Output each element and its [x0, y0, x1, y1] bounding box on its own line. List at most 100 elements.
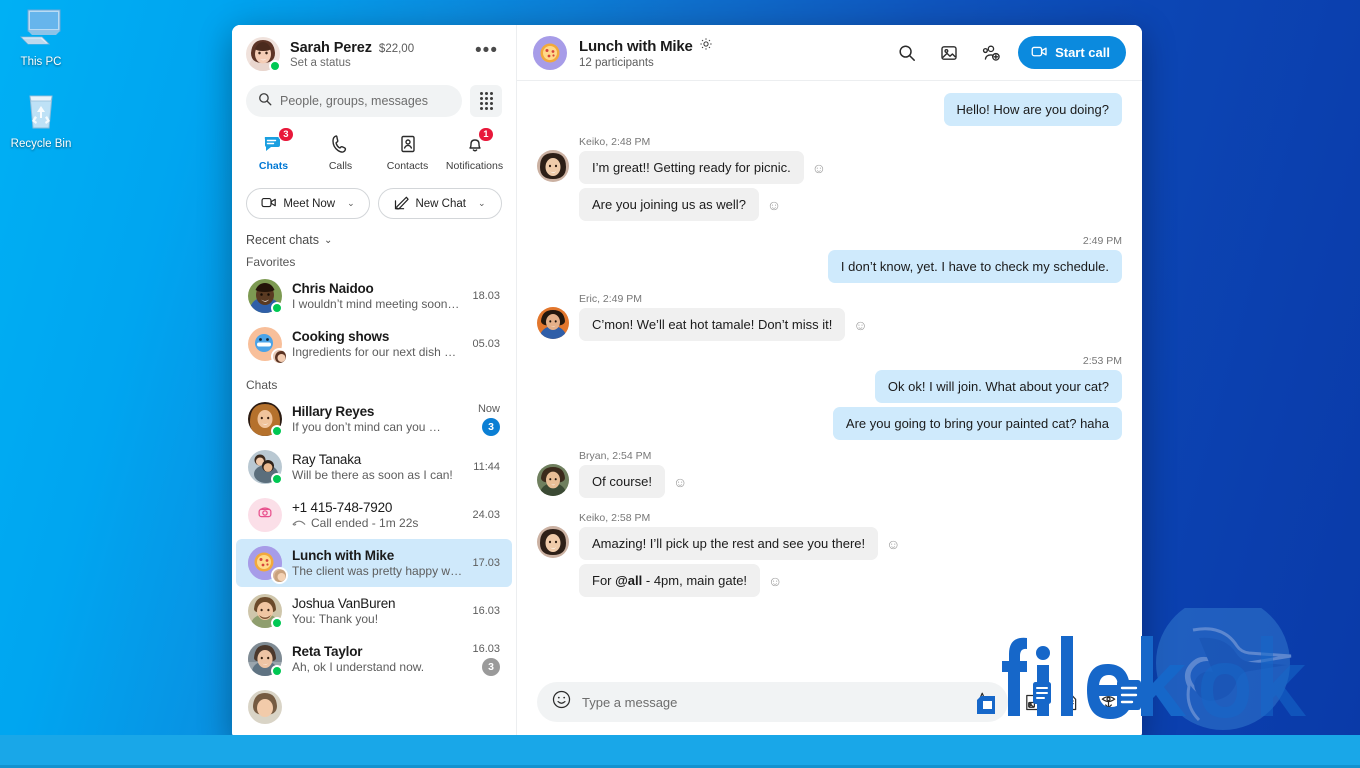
list-item[interactable]: Hillary Reyes If you don’t mind can you … [236, 395, 512, 443]
chat-name: Joshua VanBuren [292, 596, 396, 611]
search-input[interactable] [280, 94, 450, 108]
notifications-badge: 1 [478, 127, 494, 142]
recent-chats-label: Recent chats [246, 233, 319, 247]
list-item-lunch-with-mike[interactable]: Lunch with Mike The client was pretty ha… [236, 539, 512, 587]
tab-calls[interactable]: Calls [307, 133, 374, 174]
presence-online-indicator [271, 617, 283, 629]
message-group-incoming: Bryan, 2:54 PM Of course! ☺ [537, 450, 1122, 502]
profile-more-button[interactable]: ••• [471, 41, 502, 60]
message-bubble: Of course! [579, 465, 665, 498]
mention-suffix: - 4pm, main gate! [642, 573, 748, 588]
more-options-icon[interactable] [1094, 688, 1122, 716]
list-item[interactable]: Chris Naidoo I wouldn’t mind meeting soo… [236, 272, 512, 320]
message-bubble: Are you going to bring your painted cat?… [832, 407, 1122, 440]
text-format-icon[interactable] [975, 690, 994, 714]
tab-chats[interactable]: 3 Chats [240, 127, 307, 174]
search-icon [258, 92, 272, 111]
message-list[interactable]: Hello! How are you doing? Keiko, 2:48 PM… [517, 81, 1142, 672]
add-reaction-icon[interactable]: ☺ [673, 475, 687, 489]
group-heading-favorites: Favorites [246, 255, 296, 269]
avatar [248, 642, 283, 677]
avatar [248, 690, 282, 724]
profile-row[interactable]: Sarah Perez $22,00 Set a status ••• [232, 25, 516, 77]
tab-contacts[interactable]: Contacts [374, 133, 441, 174]
taskbar[interactable] [0, 735, 1360, 768]
avatar [248, 402, 283, 437]
desktop-icon-recycle-bin[interactable]: Recycle Bin [2, 88, 80, 151]
add-people-icon[interactable] [976, 38, 1006, 68]
add-reaction-icon[interactable]: ☺ [886, 537, 900, 551]
chat-time: 24.03 [472, 509, 500, 521]
call-status-text: Call ended - 1m 22s [311, 516, 419, 530]
chat-preview: If you don’t mind can you finish… [292, 420, 444, 434]
start-call-button[interactable]: Start call [1018, 36, 1126, 69]
mention-token[interactable]: @all [615, 573, 642, 588]
list-item[interactable]: +1 415-748-7920 Call ended - 1m 22s 24.0… [236, 491, 512, 539]
meet-now-button[interactable]: Meet Now ⌄ [246, 188, 370, 219]
chevron-down-icon[interactable]: ⌄ [347, 198, 355, 209]
message-composer[interactable] [537, 682, 1008, 722]
desktop-icon-this-pc[interactable]: This PC [2, 6, 80, 69]
chat-preview: You: Thank you! [292, 612, 379, 626]
message-timestamp: 2:49 PM [1082, 235, 1122, 247]
new-chat-button[interactable]: New Chat ⌄ [378, 188, 502, 219]
conversation-panel: Lunch with Mike 12 participants Start ca… [517, 25, 1142, 740]
chats-badge: 3 [278, 127, 294, 142]
profile-name: Sarah Perez [290, 39, 372, 56]
chevron-down-icon[interactable]: ⌄ [324, 235, 332, 246]
gear-icon[interactable] [699, 37, 713, 56]
avatar [537, 307, 569, 339]
desktop-icon-label: Recycle Bin [10, 138, 72, 150]
message-outgoing[interactable]: I don’t know, yet. I have to check my sc… [537, 250, 1122, 283]
add-reaction-icon[interactable]: ☺ [768, 574, 782, 588]
search-box[interactable] [246, 85, 462, 117]
chat-time: 11:44 [473, 461, 500, 473]
list-item-partial[interactable] [236, 683, 512, 731]
emoji-icon[interactable] [551, 689, 572, 715]
chat-time: 05.03 [472, 338, 500, 350]
unread-count-badge: 3 [482, 657, 500, 676]
avatar[interactable] [246, 37, 281, 72]
computer-icon [2, 6, 80, 52]
avatar [248, 546, 288, 584]
tab-notifications[interactable]: 1 Notifications [441, 127, 508, 174]
tab-label: Contacts [386, 160, 429, 172]
conversation-avatar[interactable] [533, 35, 567, 70]
dialpad-icon[interactable] [470, 85, 502, 117]
tab-label: Calls [328, 160, 353, 172]
secondary-avatar [271, 348, 288, 365]
chat-name: Reta Taylor [292, 644, 363, 659]
message-input[interactable] [582, 694, 965, 710]
message-bubble: Amazing! I’ll pick up the rest and see y… [579, 527, 879, 560]
desktop-icon-label: This PC [20, 56, 62, 68]
video-camera-icon [261, 196, 277, 212]
search-row [232, 77, 516, 123]
page-title: Lunch with Mike [579, 37, 693, 55]
add-reaction-icon[interactable]: ☺ [853, 318, 867, 332]
message-bubble: Are you joining us as well? [579, 188, 759, 221]
recent-chats-header[interactable]: Recent chats ⌄ [232, 227, 516, 250]
list-item[interactable]: Ray Tanaka Will be there as soon as I ca… [236, 443, 512, 491]
chevron-down-icon[interactable]: ⌄ [478, 198, 486, 209]
image-attachment-icon[interactable] [1018, 688, 1046, 716]
chat-name: Lunch with Mike [292, 548, 395, 563]
video-camera-icon [1031, 45, 1048, 61]
message-outgoing[interactable]: Ok ok! I will join. What about your cat? [537, 370, 1122, 403]
add-reaction-icon[interactable]: ☺ [767, 198, 781, 212]
message-outgoing[interactable]: Hello! How are you doing? [537, 93, 1122, 126]
set-status-link[interactable]: Set a status [290, 57, 471, 69]
search-icon[interactable] [892, 38, 922, 68]
chat-list[interactable]: Favorites Chris Naidoo I wouldn’t mind m… [232, 250, 516, 740]
list-item[interactable]: Joshua VanBuren You: Thank you! 16.03 [236, 587, 512, 635]
message-bubble: I’m great!! Getting ready for picnic. [579, 151, 804, 184]
skype-window: Sarah Perez $22,00 Set a status ••• Peop… [232, 25, 1142, 740]
chat-time: 16.03 [472, 642, 500, 655]
list-item[interactable]: Reta Taylor Ah, ok I understand now. 16.… [236, 635, 512, 683]
message-outgoing[interactable]: Are you going to bring your painted cat?… [537, 407, 1122, 440]
add-reaction-icon[interactable]: ☺ [812, 161, 826, 175]
list-item[interactable]: Cooking shows Ingredients for our next d… [236, 320, 512, 368]
message-timestamp: 2:53 PM [1082, 355, 1122, 367]
conversation-header: Lunch with Mike 12 participants Start ca… [517, 25, 1142, 81]
file-attachment-icon[interactable] [1056, 688, 1084, 716]
gallery-icon[interactable] [934, 38, 964, 68]
